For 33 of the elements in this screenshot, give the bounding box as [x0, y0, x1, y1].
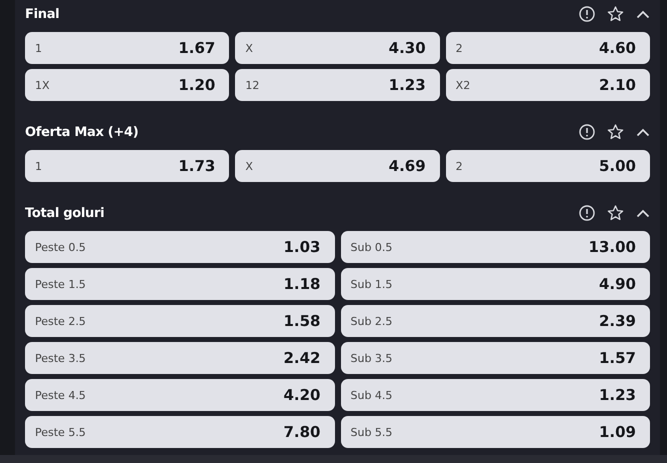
odds-button[interactable]: 2 5.00 — [446, 150, 650, 182]
odds-button[interactable]: 2 4.60 — [446, 32, 650, 64]
odds-button[interactable]: Peste 0.5 1.03 — [25, 231, 334, 263]
odds-button[interactable]: Peste 4.5 4.20 — [25, 379, 334, 411]
odds-button[interactable]: Sub 1.5 4.90 — [340, 268, 650, 300]
info-icon[interactable] — [579, 6, 595, 22]
odds-button[interactable]: Peste 5.5 7.80 — [25, 416, 334, 448]
star-icon[interactable] — [607, 124, 624, 140]
odds-button[interactable]: Peste 3.5 2.42 — [25, 342, 334, 374]
odds-button[interactable]: Sub 2.5 2.39 — [340, 305, 650, 337]
odds-button[interactable]: Sub 3.5 1.57 — [340, 342, 650, 374]
odds-button[interactable]: 1X 1.20 — [25, 69, 230, 101]
odds-button[interactable]: Peste 1.5 1.18 — [25, 268, 334, 300]
info-icon[interactable] — [579, 124, 595, 140]
info-icon[interactable] — [579, 205, 595, 221]
odds-button[interactable]: 1 1.73 — [25, 150, 230, 182]
odds-button[interactable]: 1 1.67 — [25, 32, 230, 64]
market-title: Total goluri — [25, 206, 104, 220]
odds-button[interactable]: Sub 4.5 1.23 — [340, 379, 650, 411]
odds-button[interactable]: Sub 5.5 1.09 — [340, 416, 650, 448]
chevron-icon[interactable] — [636, 10, 650, 18]
chevron-icon[interactable] — [636, 208, 650, 218]
odds-button[interactable]: X 4.30 — [235, 32, 440, 64]
market-title: Final — [25, 6, 60, 22]
market-title: Oferta Max (+4) — [25, 124, 138, 140]
odds-button[interactable]: Sub 0.5 13.00 — [340, 231, 650, 263]
odds-button[interactable]: Peste 2.5 1.58 — [25, 305, 334, 337]
odds-button[interactable]: 12 1.23 — [235, 69, 440, 101]
odds-button[interactable]: X2 2.10 — [446, 69, 650, 101]
odds-button[interactable]: X 4.69 — [235, 150, 440, 182]
star-icon[interactable] — [607, 6, 624, 22]
chevron-icon[interactable] — [636, 128, 650, 136]
star-icon[interactable] — [607, 205, 624, 221]
